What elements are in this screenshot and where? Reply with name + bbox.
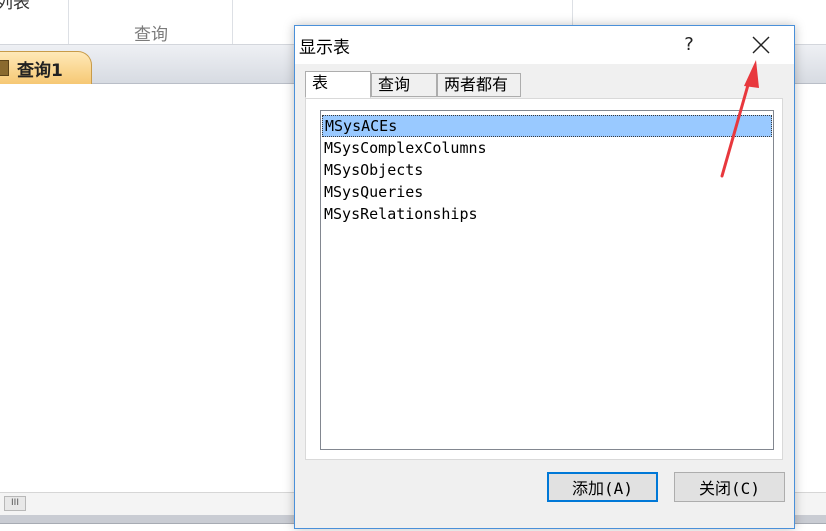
ribbon-group-separator [232, 0, 233, 44]
list-item[interactable]: MSysObjects [322, 159, 772, 181]
tab-panel: MSysACEs MSysComplexColumns MSysObjects MSy… [305, 98, 783, 460]
ribbon-group-separator [68, 0, 69, 44]
scrollbar-thumb[interactable]: III [4, 496, 26, 511]
dialog-titlebar[interactable]: 显示表 ? [295, 26, 794, 64]
close-icon [752, 36, 770, 54]
tab-both[interactable]: 两者都有 [437, 73, 521, 97]
ribbon-partial-label: 列表 [0, 0, 30, 13]
tab-tables[interactable]: 表 [305, 71, 371, 98]
list-item[interactable]: MSysComplexColumns [322, 137, 772, 159]
list-item[interactable]: MSysRelationships [322, 203, 772, 225]
tab-queries[interactable]: 查询 [371, 73, 437, 97]
close-dialog-button[interactable]: 关闭(C) [674, 472, 785, 502]
dialog-title: 显示表 [299, 38, 350, 58]
table-listbox[interactable]: MSysACEs MSysComplexColumns MSysObjects MSy… [320, 110, 774, 450]
show-table-dialog: 显示表 ? 表 查询 两者都有 MSysACEs MSysComplexColum… [294, 25, 795, 529]
close-button[interactable] [739, 29, 783, 61]
list-item[interactable]: MSysQueries [322, 181, 772, 203]
query-icon [0, 60, 9, 76]
ribbon-group-query-label: 查询 [134, 25, 168, 45]
document-tab-query1[interactable]: 查询1 [0, 51, 92, 84]
list-items: MSysACEs MSysComplexColumns MSysObjects MSy… [321, 115, 773, 225]
help-button[interactable]: ? [669, 30, 709, 60]
document-tab-label: 查询1 [17, 60, 63, 81]
list-item[interactable]: MSysACEs [322, 115, 772, 137]
add-button[interactable]: 添加(A) [547, 472, 658, 502]
